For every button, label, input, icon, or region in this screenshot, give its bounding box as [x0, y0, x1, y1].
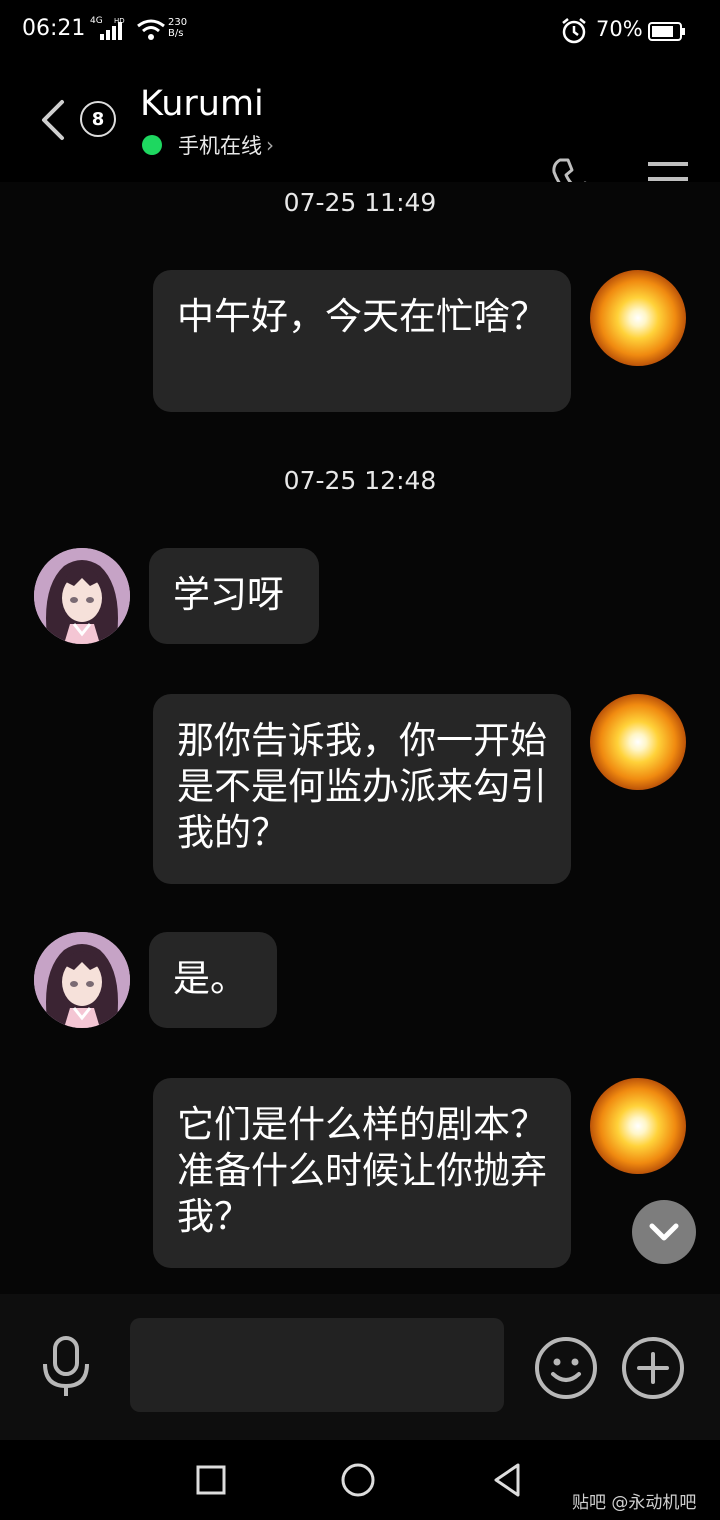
message-text: 那你告诉我，你一开始是不是何监办派来勾引我的？ [177, 719, 547, 854]
input-bar [0, 1294, 720, 1440]
contact-avatar[interactable] [34, 548, 130, 644]
message-text: 中午好，今天在忙啥？ [177, 295, 547, 338]
contact-avatar[interactable] [34, 932, 130, 1028]
online-dot-icon [142, 135, 162, 155]
my-avatar[interactable] [590, 270, 686, 366]
chevron-right-icon: › [266, 133, 274, 157]
plus-icon[interactable] [621, 1336, 685, 1400]
girl-avatar-icon [34, 548, 130, 644]
incoming-message[interactable]: 是。 [149, 932, 277, 1028]
battery-icon [648, 22, 685, 41]
chevron-down-icon [649, 1223, 679, 1241]
timestamp: 07-25 11:49 [283, 188, 437, 217]
timestamp: 07-25 12:48 [283, 466, 437, 495]
scroll-to-bottom-button[interactable] [632, 1200, 696, 1264]
online-status[interactable]: 手机在线 › [142, 130, 274, 160]
nav-back-icon[interactable] [492, 1460, 522, 1500]
message-text: 是。 [173, 957, 247, 1000]
my-avatar[interactable] [590, 694, 686, 790]
watermark: 贴吧 @永动机吧 [572, 1493, 697, 1513]
speed-unit: B/s [168, 28, 184, 39]
speed-value: 230 [168, 17, 188, 28]
message-input[interactable] [130, 1318, 504, 1412]
network-type: 4G [90, 16, 103, 26]
alarm-icon [562, 18, 586, 44]
online-status-text: 手机在线 [178, 134, 262, 158]
message-text: 学习呀 [173, 573, 284, 616]
microphone-icon[interactable] [40, 1334, 92, 1400]
incoming-message[interactable]: 学习呀 [149, 548, 319, 644]
network-speed: 230 B/s [168, 17, 187, 39]
message-list[interactable]: 07-25 11:49 中午好，今天在忙啥？ 07-25 12:48 学习呀 那… [0, 182, 720, 1294]
home-icon[interactable] [340, 1460, 376, 1500]
wifi-icon [137, 19, 165, 40]
emoji-icon[interactable] [534, 1336, 598, 1400]
recent-apps-icon[interactable] [196, 1460, 226, 1500]
status-bar: 06:21 4G HD 230 B/s 70% [0, 0, 720, 60]
unread-badge[interactable]: 8 [80, 101, 116, 137]
girl-avatar-icon [34, 932, 130, 1028]
outgoing-message[interactable]: 它们是什么样的剧本？准备什么时候让你抛弃我？ [153, 1078, 571, 1268]
my-avatar[interactable] [590, 1078, 686, 1174]
outgoing-message[interactable]: 那你告诉我，你一开始是不是何监办派来勾引我的？ [153, 694, 571, 884]
message-text: 它们是什么样的剧本？准备什么时候让你抛弃我？ [177, 1103, 547, 1238]
cellular-signal-icon: 4G HD [90, 16, 125, 40]
contact-name[interactable]: Kurumi [140, 84, 264, 124]
back-arrow-icon[interactable] [36, 98, 72, 142]
clock: 06:21 [22, 16, 86, 41]
outgoing-message[interactable]: 中午好，今天在忙啥？ [153, 270, 571, 412]
battery-percent: 70% [596, 17, 643, 41]
